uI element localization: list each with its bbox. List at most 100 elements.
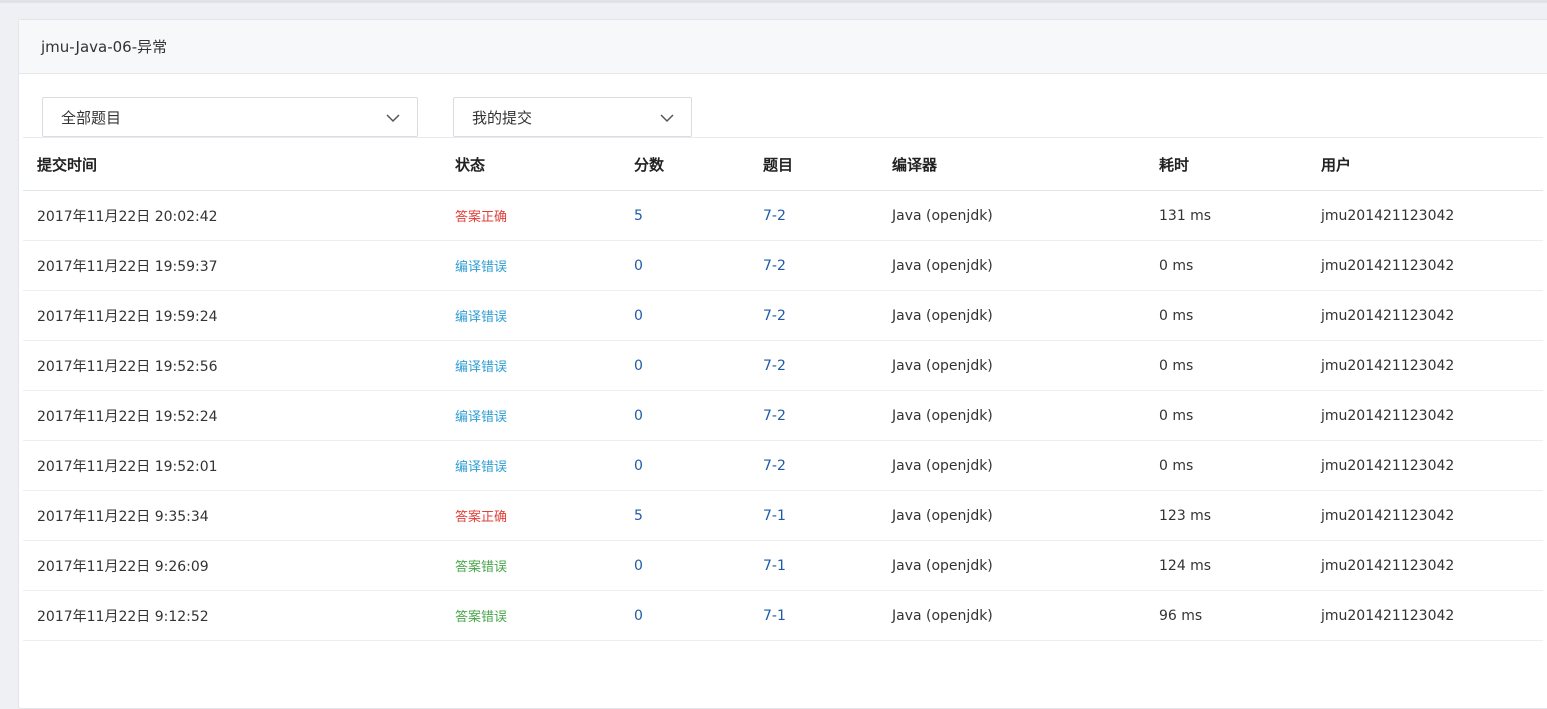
duration-cell: 123 ms: [1159, 507, 1212, 524]
user-cell: jmu201421123042: [1321, 357, 1455, 374]
submission-filter-select[interactable]: 我的提交: [453, 97, 692, 137]
score-cell: 5: [620, 490, 749, 541]
status-link[interactable]: 答案错误: [455, 610, 507, 625]
score-link[interactable]: 0: [634, 358, 643, 374]
table-row: 2017年11月22日 9:12:52 答案错误 0 7-1 Java (openjdk…: [23, 590, 1543, 641]
duration-cell: 0 ms: [1159, 307, 1194, 324]
table-body: 2017年11月22日 20:02:42 答案正确 5 7-2 Java (openjd…: [23, 190, 1543, 641]
problem-cell: 7-2: [749, 290, 878, 341]
table-row: 2017年11月22日 19:59:37 编译错误 0 7-2 Java (openjd…: [23, 240, 1543, 291]
score-link[interactable]: 0: [634, 308, 643, 324]
submit-time-cell: 2017年11月22日 9:35:34: [37, 508, 209, 525]
header-duration: 耗时: [1145, 137, 1307, 191]
submission-filter-value: 我的提交: [472, 108, 533, 127]
header-problem: 题目: [749, 137, 878, 191]
score-link[interactable]: 0: [634, 408, 643, 424]
top-border: [0, 0, 1547, 3]
score-link[interactable]: 0: [634, 608, 643, 624]
header-submit-time: 提交时间: [23, 137, 441, 191]
submit-time-cell: 2017年11月22日 19:59:24: [37, 308, 218, 325]
submit-time-cell: 2017年11月22日 19:59:37: [37, 258, 218, 275]
status-link[interactable]: 编译错误: [455, 460, 507, 475]
problem-cell: 7-1: [749, 590, 878, 641]
status-link[interactable]: 编译错误: [455, 260, 507, 275]
duration-cell: 131 ms: [1159, 207, 1212, 224]
user-cell: jmu201421123042: [1307, 590, 1543, 641]
duration-cell: 0 ms: [1145, 390, 1307, 441]
status-cell: 编译错误: [441, 390, 620, 441]
submit-time-cell: 2017年11月22日 9:35:34: [23, 490, 441, 541]
problem-link[interactable]: 7-1: [763, 558, 786, 574]
problem-cell: 7-2: [749, 440, 878, 491]
compiler-cell: Java (openjdk): [892, 557, 993, 574]
user-cell: jmu201421123042: [1307, 540, 1543, 591]
problem-link[interactable]: 7-1: [763, 508, 786, 524]
compiler-cell: Java (openjdk): [878, 490, 1145, 541]
submit-time-cell: 2017年11月22日 19:52:56: [37, 358, 218, 375]
submit-time-cell: 2017年11月22日 19:52:24: [37, 408, 218, 425]
duration-cell: 96 ms: [1145, 590, 1307, 641]
problem-filter-value: 全部题目: [61, 108, 122, 127]
status-cell: 编译错误: [441, 440, 620, 491]
user-cell: jmu201421123042: [1307, 340, 1543, 391]
duration-cell: 0 ms: [1159, 457, 1194, 474]
duration-cell: 124 ms: [1145, 540, 1307, 591]
status-cell: 答案正确: [441, 490, 620, 541]
duration-cell: 96 ms: [1159, 607, 1203, 624]
user-cell: jmu201421123042: [1321, 607, 1455, 624]
table-row: 2017年11月22日 19:52:01 编译错误 0 7-2 Java (openjd…: [23, 440, 1543, 491]
submit-time-cell: 2017年11月22日 9:26:09: [23, 540, 441, 591]
status-link[interactable]: 编译错误: [455, 360, 507, 375]
duration-cell: 123 ms: [1145, 490, 1307, 541]
submit-time-cell: 2017年11月22日 9:12:52: [23, 590, 441, 641]
score-link[interactable]: 5: [634, 508, 643, 524]
problem-link[interactable]: 7-2: [763, 408, 786, 424]
score-link[interactable]: 5: [634, 208, 643, 224]
score-link[interactable]: 0: [634, 258, 643, 274]
problem-cell: 7-2: [749, 240, 878, 291]
user-cell: jmu201421123042: [1307, 490, 1543, 541]
compiler-cell: Java (openjdk): [878, 440, 1145, 491]
status-link[interactable]: 编译错误: [455, 310, 507, 325]
user-cell: jmu201421123042: [1321, 507, 1455, 524]
user-cell: jmu201421123042: [1307, 390, 1543, 441]
problem-filter-select[interactable]: 全部题目: [42, 97, 418, 137]
header-compiler: 编译器: [878, 137, 1145, 191]
compiler-cell: Java (openjdk): [892, 457, 993, 474]
problem-cell: 7-1: [749, 540, 878, 591]
submit-time-cell: 2017年11月22日 20:02:42: [23, 190, 441, 241]
problem-link[interactable]: 7-2: [763, 308, 786, 324]
problem-link[interactable]: 7-2: [763, 358, 786, 374]
header-status: 状态: [441, 137, 620, 191]
problem-cell: 7-2: [749, 390, 878, 441]
score-link[interactable]: 0: [634, 558, 643, 574]
problem-link[interactable]: 7-2: [763, 258, 786, 274]
submit-time-cell: 2017年11月22日 20:02:42: [37, 208, 218, 225]
card-header: jmu-Java-06-异常: [19, 20, 1547, 74]
table-row: 2017年11月22日 19:52:56 编译错误 0 7-2 Java (openjd…: [23, 340, 1543, 391]
duration-cell: 0 ms: [1145, 440, 1307, 491]
score-cell: 0: [620, 340, 749, 391]
status-link[interactable]: 答案错误: [455, 560, 507, 575]
status-link[interactable]: 答案正确: [455, 210, 507, 225]
problem-link[interactable]: 7-2: [763, 458, 786, 474]
compiler-cell: Java (openjdk): [892, 407, 993, 424]
compiler-cell: Java (openjdk): [892, 357, 993, 374]
score-link[interactable]: 0: [634, 458, 643, 474]
compiler-cell: Java (openjdk): [892, 607, 993, 624]
user-cell: jmu201421123042: [1321, 207, 1455, 224]
score-cell: 0: [620, 590, 749, 641]
compiler-cell: Java (openjdk): [878, 240, 1145, 291]
problem-link[interactable]: 7-2: [763, 208, 786, 224]
status-cell: 编译错误: [441, 340, 620, 391]
user-cell: jmu201421123042: [1321, 407, 1455, 424]
submit-time-cell: 2017年11月22日 9:26:09: [37, 558, 209, 575]
table-row: 2017年11月22日 19:59:24 编译错误 0 7-2 Java (openjd…: [23, 290, 1543, 341]
status-link[interactable]: 编译错误: [455, 410, 507, 425]
status-link[interactable]: 答案正确: [455, 510, 507, 525]
status-cell: 编译错误: [441, 290, 620, 341]
duration-cell: 0 ms: [1159, 357, 1194, 374]
score-cell: 0: [620, 290, 749, 341]
problem-link[interactable]: 7-1: [763, 608, 786, 624]
chevron-down-icon: [386, 114, 400, 123]
